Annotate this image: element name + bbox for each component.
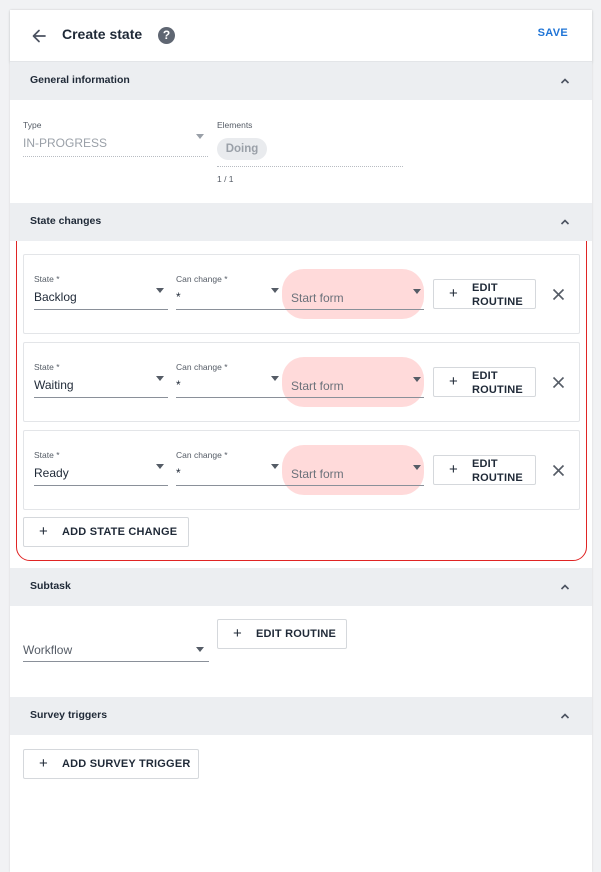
- close-icon[interactable]: [552, 464, 565, 477]
- section-survey-triggers[interactable]: Survey triggers: [10, 697, 592, 735]
- caret-down-icon: [413, 465, 421, 470]
- chevron-up-icon[interactable]: [560, 217, 570, 227]
- can-change-label: Can change *: [176, 362, 228, 372]
- type-label: Type: [23, 120, 42, 130]
- start-form-underline: [282, 485, 424, 486]
- can-change-underline: [176, 309, 282, 310]
- close-icon[interactable]: [552, 288, 565, 301]
- section-general-information[interactable]: General information: [10, 62, 592, 100]
- help-icon[interactable]: ?: [158, 27, 175, 44]
- caret-down-icon: [196, 134, 204, 139]
- can-change-label: Can change *: [176, 450, 228, 460]
- caret-down-icon: [156, 376, 164, 381]
- edit-routine-label: EDIT ROUTINE: [472, 370, 523, 396]
- can-change-underline: [176, 397, 282, 398]
- start-form-underline: [282, 309, 424, 310]
- close-icon[interactable]: [552, 376, 565, 389]
- elements-counter: 1 / 1: [217, 174, 234, 184]
- caret-down-icon: [271, 376, 279, 381]
- element-chip-doing[interactable]: Doing: [217, 138, 267, 160]
- state-underline: [34, 485, 168, 486]
- type-select[interactable]: IN-PROGRESS: [23, 136, 107, 150]
- state-underline: [34, 397, 168, 398]
- edit-routine-button[interactable]: + EDIT ROUTINE: [433, 279, 536, 309]
- page-title: Create state: [62, 26, 143, 42]
- type-underline: [23, 156, 208, 157]
- state-select[interactable]: Waiting: [34, 378, 74, 392]
- elements-underline: [217, 166, 403, 167]
- start-form-select[interactable]: Start form: [291, 291, 344, 305]
- start-form-select[interactable]: Start form: [291, 379, 344, 393]
- section-state-changes[interactable]: State changes: [10, 203, 592, 241]
- section-subtask[interactable]: Subtask: [10, 568, 592, 606]
- plus-icon: +: [39, 523, 48, 540]
- caret-down-icon: [413, 377, 421, 382]
- state-change-row: State * Ready Can change * * Start form …: [23, 430, 580, 510]
- edit-routine-label: EDIT ROUTINE: [472, 282, 523, 308]
- workflow-underline: [23, 661, 209, 662]
- arrow-left-icon[interactable]: [29, 26, 49, 46]
- can-change-select[interactable]: *: [176, 290, 181, 304]
- add-survey-trigger-label: ADD SURVEY TRIGGER: [62, 758, 191, 770]
- state-label: State *: [34, 362, 60, 372]
- caret-down-icon: [156, 464, 164, 469]
- section-title: State changes: [30, 215, 102, 227]
- caret-down-icon: [156, 288, 164, 293]
- section-title: General information: [30, 74, 130, 86]
- can-change-select[interactable]: *: [176, 466, 181, 480]
- caret-down-icon: [413, 289, 421, 294]
- add-state-change-button[interactable]: + ADD STATE CHANGE: [23, 517, 189, 547]
- state-change-row: State * Waiting Can change * * Start for…: [23, 342, 580, 422]
- create-state-panel: Create state ? SAVE General information …: [10, 10, 592, 872]
- state-underline: [34, 309, 168, 310]
- edit-routine-button[interactable]: + EDIT ROUTINE: [433, 455, 536, 485]
- edit-routine-label: EDIT ROUTINE: [472, 458, 523, 484]
- chevron-up-icon[interactable]: [560, 76, 570, 86]
- plus-icon: +: [449, 285, 458, 302]
- workflow-select[interactable]: Workflow: [23, 643, 72, 657]
- section-title: Survey triggers: [30, 709, 108, 721]
- state-select[interactable]: Ready: [34, 466, 69, 480]
- state-change-row: State * Backlog Can change * * Start for…: [23, 254, 580, 334]
- caret-down-icon: [271, 288, 279, 293]
- page-header: Create state ? SAVE: [10, 10, 592, 62]
- chevron-up-icon[interactable]: [560, 582, 570, 592]
- subtask-edit-routine-label: EDIT ROUTINE: [256, 628, 337, 640]
- add-survey-trigger-button[interactable]: + ADD SURVEY TRIGGER: [23, 749, 199, 779]
- edit-routine-button[interactable]: + EDIT ROUTINE: [433, 367, 536, 397]
- plus-icon: +: [233, 625, 242, 642]
- plus-icon: +: [449, 461, 458, 478]
- save-button[interactable]: SAVE: [538, 27, 568, 39]
- subtask-edit-routine-button[interactable]: + EDIT ROUTINE: [217, 619, 347, 649]
- state-select[interactable]: Backlog: [34, 290, 77, 304]
- section-title: Subtask: [30, 580, 71, 592]
- can-change-select[interactable]: *: [176, 378, 181, 392]
- state-label: State *: [34, 450, 60, 460]
- caret-down-icon: [271, 464, 279, 469]
- start-form-underline: [282, 397, 424, 398]
- start-form-select[interactable]: Start form: [291, 467, 344, 481]
- state-label: State *: [34, 274, 60, 284]
- add-state-change-label: ADD STATE CHANGE: [62, 526, 178, 538]
- can-change-label: Can change *: [176, 274, 228, 284]
- plus-icon: +: [449, 373, 458, 390]
- elements-label: Elements: [217, 120, 253, 130]
- plus-icon: +: [39, 755, 48, 772]
- caret-down-icon: [196, 647, 204, 652]
- can-change-underline: [176, 485, 282, 486]
- chevron-up-icon[interactable]: [560, 711, 570, 721]
